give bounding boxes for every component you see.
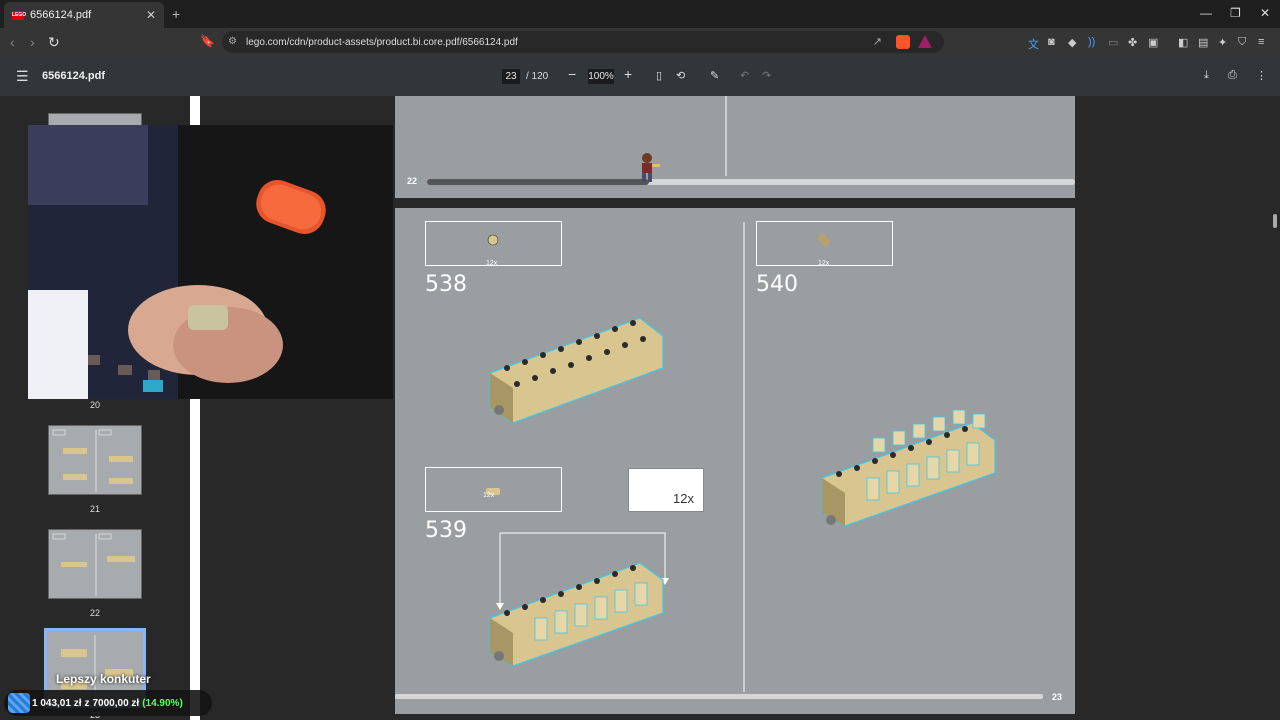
wallet-icon[interactable]: ▤	[1198, 36, 1208, 49]
cast-extension-icon[interactable]: ▭	[1108, 36, 1118, 49]
step-number: 540	[756, 272, 798, 297]
part-quantity: 12x	[486, 260, 498, 267]
page-total: / 120	[526, 71, 549, 82]
pdf-page-23: 12x 538 12x 539 12x 12x 540 23	[395, 208, 1075, 714]
fundraiser-raised: 1 043,01 zł	[32, 697, 82, 709]
zoom-out-icon[interactable]: −	[568, 66, 576, 82]
instruction-illustrations	[395, 222, 1043, 699]
progress-illustration	[427, 96, 1075, 185]
screenshot-icon[interactable]: ▣	[1148, 36, 1158, 49]
thumbnail-preview	[52, 533, 135, 596]
fundraiser-progress: 1 043,01 zł z 7000,00 zł (14.90%)	[4, 690, 212, 716]
zoom-callout: 12x	[628, 468, 704, 512]
step-540-build	[821, 409, 996, 527]
step-number: 539	[425, 518, 467, 543]
hamburger-menu-icon[interactable]: ☰	[16, 68, 29, 85]
thumbnail-page-21[interactable]	[48, 425, 142, 495]
annotate-icon[interactable]: ✎	[710, 69, 719, 82]
parts-callout: 12x	[425, 467, 562, 512]
minimize-icon[interactable]: —	[1200, 6, 1212, 20]
download-icon[interactable]: ⤓	[1204, 69, 1209, 82]
tab-title: 6566124.pdf	[30, 9, 92, 21]
rotate-icon[interactable]: ⟲	[676, 69, 685, 82]
fundraiser-separator: z	[84, 697, 90, 709]
share-icon[interactable]: ↗	[873, 35, 882, 48]
restore-icon[interactable]: ❐	[1230, 6, 1241, 20]
reload-icon[interactable]: ↻	[48, 34, 60, 51]
page-number: 22	[407, 176, 418, 186]
part-quantity: 12x	[818, 260, 830, 267]
fundraiser-goal: 7000,00 zł	[92, 697, 140, 709]
diamond-extension-icon[interactable]: ◆	[1068, 36, 1076, 49]
thumbnail-label: 20	[89, 400, 100, 410]
parts-callout: 12x	[425, 221, 562, 267]
pdf-filename: 6566124.pdf	[42, 70, 105, 82]
ublock-extension-icon[interactable]: ◙	[1048, 36, 1055, 48]
sound-extension-icon[interactable]: ))	[1088, 36, 1095, 48]
webcam-feed	[28, 125, 393, 399]
translate-extension-icon[interactable]: 文	[1028, 36, 1039, 52]
more-options-icon[interactable]: ⋮	[1256, 69, 1267, 82]
thumbnail-label: 22	[89, 608, 100, 618]
step-number: 538	[425, 272, 467, 297]
pdf-page-22: 22	[395, 96, 1075, 198]
close-window-icon[interactable]: ✕	[1260, 6, 1270, 20]
nav-bar: ‹ › ↻ 🔖 ⚙ lego.com/cdn/product-assets/pr…	[0, 28, 1280, 56]
viewer-scrollbar[interactable]	[1270, 96, 1280, 720]
new-tab-icon[interactable]: +	[172, 6, 180, 22]
fundraiser-percent: (14.90%)	[142, 697, 183, 709]
site-info-icon[interactable]: ⚙	[228, 36, 237, 47]
print-icon[interactable]: ⎙	[1228, 69, 1237, 82]
tab-bar: LEGO 6566124.pdf ✕ + — ❐ ✕	[0, 0, 1280, 28]
part-quantity: 12x	[483, 492, 495, 499]
parts-callout: 12x	[756, 221, 893, 267]
zoom-quantity: 12x	[673, 491, 694, 506]
browser-tab[interactable]: LEGO 6566124.pdf ✕	[4, 2, 164, 28]
main-menu-icon[interactable]: ≡	[1258, 36, 1264, 48]
zoom-in-icon[interactable]: +	[624, 66, 632, 82]
pdf-toolbar: ☰ 6566124.pdf 23 / 120 − 100% + ▯ ⟲ ✎ ↶ …	[0, 56, 1280, 96]
step-538-build	[489, 317, 664, 424]
back-icon[interactable]: ‹	[10, 34, 15, 50]
thumbnail-label: 21	[89, 504, 100, 514]
thumbnail-page-22[interactable]	[48, 529, 142, 599]
close-tab-icon[interactable]: ✕	[146, 8, 156, 22]
lego-favicon-icon: LEGO	[12, 10, 27, 20]
brave-shields-icon[interactable]	[896, 35, 910, 49]
sidebar-toggle-icon[interactable]: ◧	[1178, 36, 1188, 49]
zoom-level-input[interactable]: 100%	[588, 69, 614, 84]
extensions-puzzle-icon[interactable]: ✤	[1128, 36, 1137, 49]
page-number-input[interactable]: 23	[502, 69, 520, 84]
forward-icon[interactable]: ›	[30, 34, 35, 50]
fit-page-icon[interactable]: ▯	[656, 69, 662, 82]
vpn-shield-icon[interactable]: ⛉	[1238, 36, 1246, 49]
webcam-overlay	[28, 125, 393, 399]
redo-icon[interactable]: ↷	[762, 69, 771, 82]
fundraiser-title: Lepszy konkuter	[56, 672, 151, 686]
brave-rewards-icon[interactable]	[918, 35, 932, 48]
address-bar[interactable]: 🔖 ⚙ lego.com/cdn/product-assets/product.…	[200, 31, 944, 53]
bookmark-icon[interactable]: 🔖	[200, 34, 215, 48]
leo-ai-icon[interactable]: ✦	[1218, 36, 1227, 49]
undo-icon[interactable]: ↶	[740, 69, 749, 82]
thumbnail-preview	[52, 429, 133, 492]
fundraiser-icon	[8, 693, 30, 713]
scrollbar-thumb[interactable]	[1273, 214, 1277, 228]
url-text: lego.com/cdn/product-assets/product.bi.c…	[246, 36, 518, 48]
page-number: 23	[1052, 692, 1063, 702]
step-539-build	[489, 532, 669, 667]
